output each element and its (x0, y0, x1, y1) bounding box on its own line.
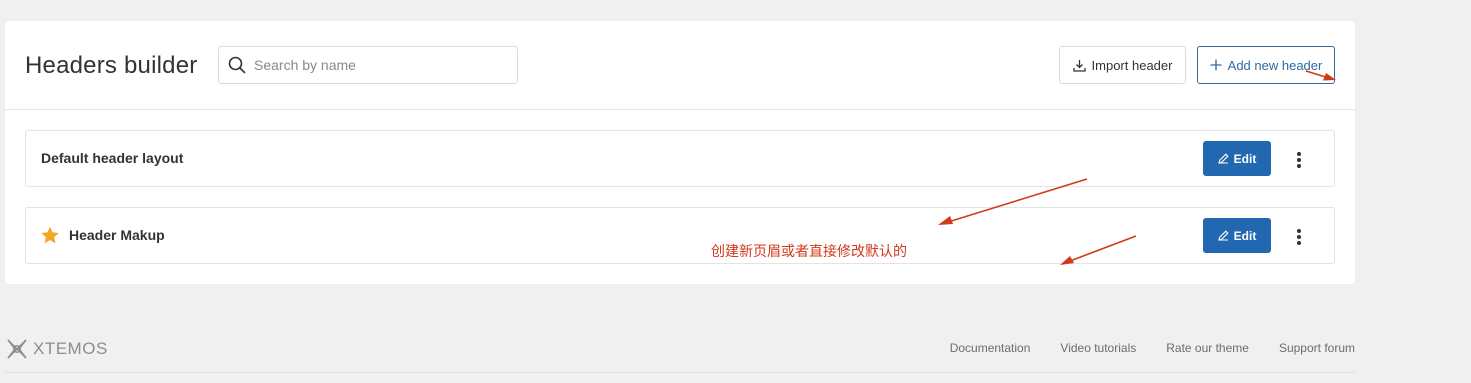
edit-button[interactable]: Edit (1203, 141, 1271, 176)
headers-builder-panel: Headers builder Import header Add new he… (5, 21, 1355, 284)
import-header-button[interactable]: Import header (1059, 46, 1186, 84)
add-new-header-button[interactable]: Add new header (1197, 46, 1335, 84)
import-header-label: Import header (1091, 57, 1173, 73)
search-input[interactable] (254, 47, 509, 83)
search-icon (228, 56, 246, 74)
pencil-icon (1217, 153, 1229, 164)
edit-label: Edit (1233, 228, 1257, 243)
footer-links: Documentation Video tutorials Rate our t… (950, 341, 1355, 355)
download-icon (1072, 59, 1086, 72)
panel-header: Headers builder Import header Add new he… (5, 21, 1355, 110)
header-row-makup: Header Makup Edit (25, 207, 1335, 264)
footer-link-documentation[interactable]: Documentation (950, 341, 1031, 355)
footer-link-rate-our-theme[interactable]: Rate our theme (1166, 341, 1249, 355)
plus-icon (1210, 59, 1222, 71)
header-name: Header Makup (69, 227, 165, 243)
xtemos-logo[interactable]: XTEMOS (5, 337, 108, 361)
star-icon (41, 226, 59, 244)
annotation-text: 创建新页眉或者直接修改默认的 (711, 244, 907, 260)
xtemos-logo-icon (7, 339, 27, 359)
edit-button[interactable]: Edit (1203, 218, 1271, 253)
pencil-icon (1217, 230, 1229, 241)
edit-label: Edit (1233, 151, 1257, 166)
add-new-header-label: Add new header (1227, 57, 1323, 73)
header-row-default: Default header layout Edit (25, 130, 1335, 187)
footer-divider (5, 372, 1355, 373)
more-options-icon[interactable] (1288, 149, 1310, 171)
search-box[interactable] (218, 46, 518, 84)
header-name: Default header layout (41, 150, 184, 166)
more-options-icon[interactable] (1288, 226, 1310, 248)
footer-link-video-tutorials[interactable]: Video tutorials (1060, 341, 1136, 355)
footer-link-support-forum[interactable]: Support forum (1279, 341, 1355, 355)
page-title: Headers builder (25, 52, 198, 79)
xtemos-brand-text: XTEMOS (33, 339, 108, 358)
